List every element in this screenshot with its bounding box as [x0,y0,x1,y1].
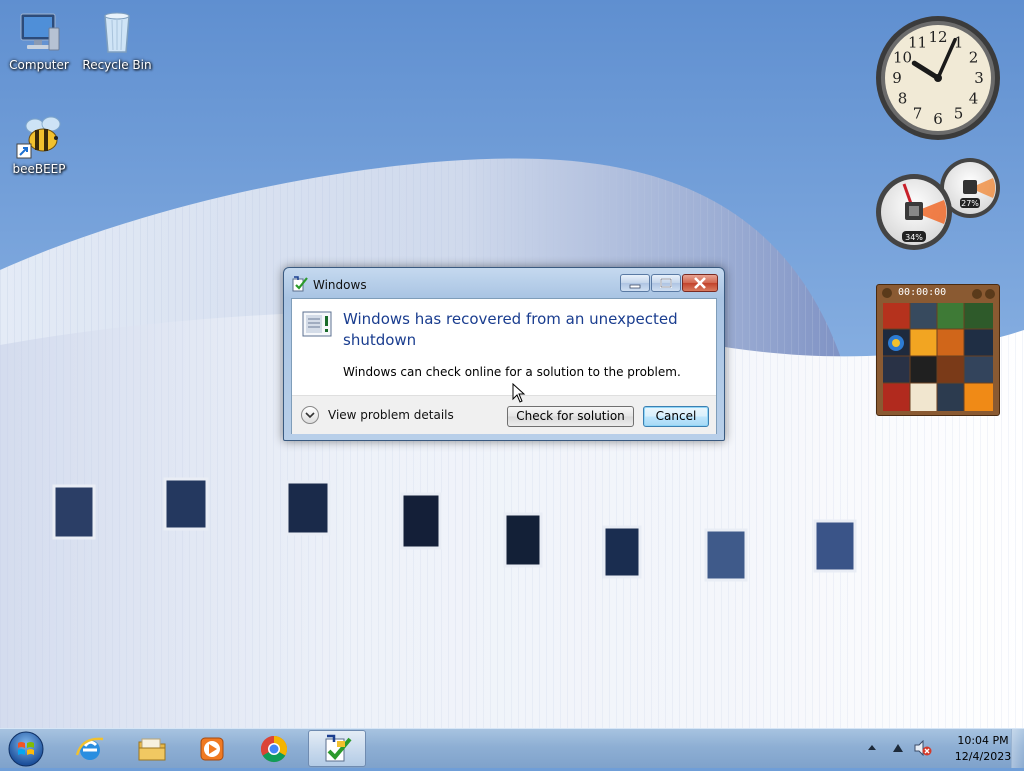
desktop-icon-computer[interactable]: Computer [1,8,77,72]
file-explorer-icon [138,738,166,760]
clock-gadget[interactable]: 12 1 2 3 4 5 6 7 8 9 10 11 [874,14,1002,142]
clock-numeral: 2 [969,49,979,67]
close-button[interactable] [682,274,718,292]
puzzle-help-icon[interactable] [972,289,982,299]
start-button[interactable] [6,730,46,768]
taskbar-problem-reports[interactable] [308,730,366,767]
clock-numeral: 12 [928,28,947,46]
check-for-solution-button[interactable]: Check for solution [507,406,634,427]
clock-numeral: 9 [892,69,902,87]
show-desktop-button[interactable] [1011,729,1024,768]
desktop-icon-label: Recycle Bin [82,58,152,72]
recycle-bin-icon [93,8,141,56]
beebeep-icon [15,112,63,160]
desktop-icon-beebeep[interactable]: beeBEEP [1,112,77,176]
volume-muted-icon[interactable] [914,740,932,756]
close-icon [694,277,706,289]
minimize-icon [629,284,641,289]
chevron-down-icon [305,412,315,419]
media-player-icon [200,737,224,760]
clock-face: 12 1234567891011 [876,16,1000,140]
desktop-icon-recycle-bin[interactable]: Recycle Bin [79,8,155,72]
dialog-footer: View problem details Check for solution … [292,395,716,434]
picture-puzzle-gadget[interactable]: 00:00:00 [876,284,1000,416]
taskbar-internet-explorer[interactable] [62,730,118,767]
desktop-icon-label: Computer [9,58,69,72]
puzzle-back-icon[interactable] [882,287,892,298]
windows-logo-icon [8,731,44,767]
problem-reports-icon [292,276,308,292]
clock-center [934,74,942,82]
expand-details-button[interactable] [301,406,319,424]
clock-numeral: 4 [969,90,979,108]
dialog-message: Windows can check online for a solution … [343,365,681,379]
cpu-meter-gadget[interactable]: 27% 34% [874,156,1002,252]
view-problem-details-link[interactable]: View problem details [328,408,454,422]
clock-numeral: 11 [908,33,927,51]
notification-area: 10:04 PM 12/4/2023 [864,729,1024,768]
recovery-icon [302,311,332,337]
puzzle-pause-icon[interactable] [985,289,995,299]
clock-numeral: 3 [974,69,984,87]
minimize-button[interactable] [620,274,650,292]
chrome-icon [260,735,288,762]
taskbar-clock-date[interactable]: 12/4/2023 [948,750,1018,763]
problem-reports-icon [325,734,352,761]
taskbar-clock-time[interactable]: 10:04 PM [948,734,1018,747]
taskbar-file-explorer[interactable] [124,730,180,767]
taskbar-chrome[interactable] [246,730,302,767]
memory-percent: 27% [961,199,979,208]
cpu-meter-dials: 27% 34% [876,158,1000,250]
unexpected-shutdown-dialog[interactable]: Windows Windows has recovered from an un… [283,267,725,441]
dialog-titlebar[interactable]: Windows [284,268,724,298]
mouse-pointer-icon [512,383,526,403]
clock-numeral: 5 [954,105,964,123]
cancel-button[interactable]: Cancel [643,406,709,427]
puzzle-board[interactable] [883,303,993,411]
taskbar: 10:04 PM 12/4/2023 [0,728,1024,768]
clock-numeral: 8 [898,90,908,108]
desktop-icon-label: beeBEEP [12,162,66,176]
internet-explorer-icon [75,737,104,760]
clock-numeral: 7 [913,105,923,123]
dialog-title: Windows [313,278,367,292]
puzzle-timer: 00:00:00 [898,287,947,298]
dialog-content: Windows has recovered from an unexpected… [291,298,717,434]
clock-numeral: 6 [933,110,943,128]
computer-icon [15,8,63,56]
maximize-icon [660,278,672,288]
cpu-percent: 34% [905,233,923,242]
show-hidden-icons-icon[interactable] [866,742,878,754]
maximize-button[interactable] [651,274,681,292]
taskbar-media-player[interactable] [184,730,240,767]
action-center-flag-icon[interactable] [891,742,905,754]
dialog-heading: Windows has recovered from an unexpected… [343,310,678,349]
puzzle-header: 00:00:00 [880,287,996,301]
